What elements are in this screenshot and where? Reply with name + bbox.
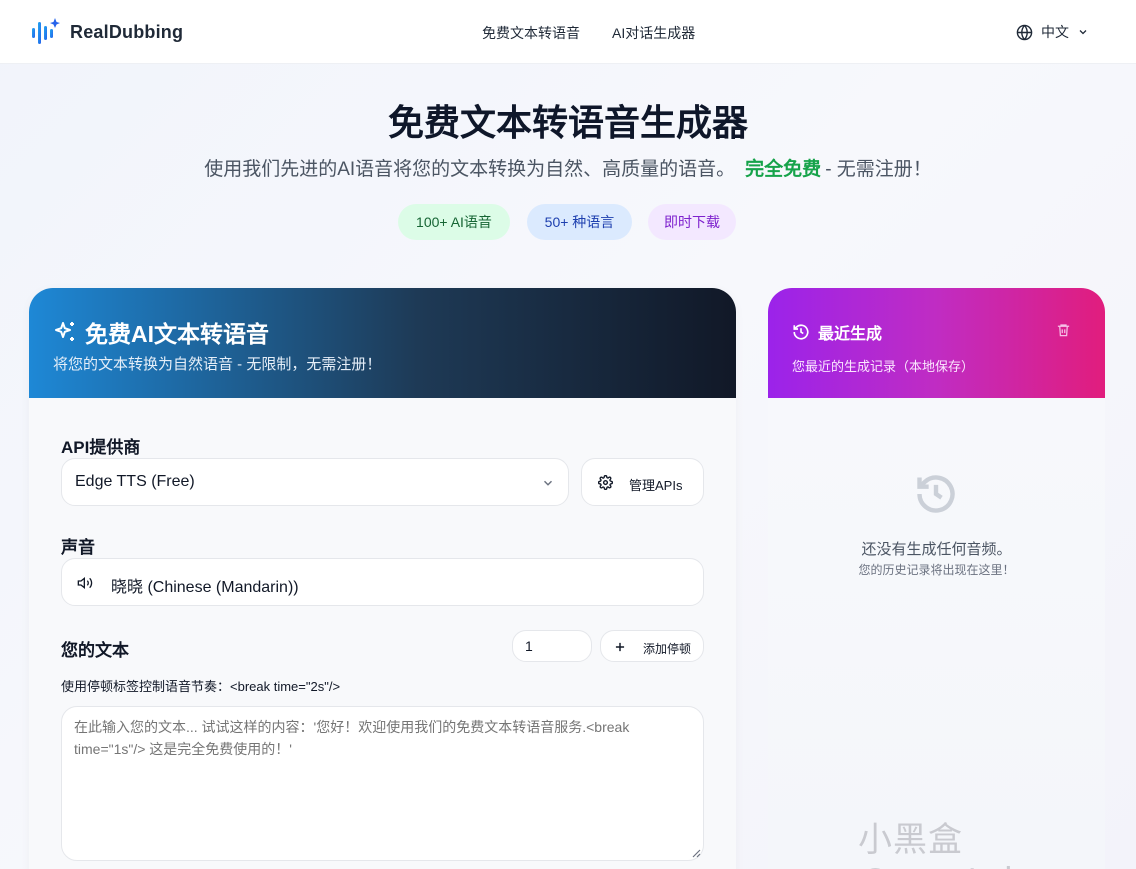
- add-break-button[interactable]: 添加停顿: [600, 630, 704, 662]
- tts-panel-subtitle: 将您的文本转换为自然语音 - 无限制，无需注册！: [53, 356, 382, 373]
- text-input[interactable]: [61, 706, 704, 861]
- break-tag-hint: 使用停顿标签控制语音节奏：<break time="2s"/>: [61, 679, 341, 694]
- free-highlight: 完全免费: [745, 159, 822, 180]
- add-break-label: 添加停顿: [643, 642, 692, 656]
- plus-icon: [615, 642, 625, 652]
- sparkles-icon: [55, 322, 74, 341]
- speaker-icon: [77, 576, 93, 590]
- badge-ai-voices: 100+ AI语音: [398, 204, 510, 240]
- watermark: 小黑盒 @crystalz: [858, 820, 1032, 869]
- tts-panel-header: 免费AI文本转语音 将您的文本转换为自然语音 - 无限制，无需注册！: [29, 288, 736, 398]
- waveform-logo-icon: [32, 18, 60, 44]
- manage-apis-button[interactable]: 管理APIs: [581, 458, 704, 506]
- tts-panel-title-text: 免费AI文本转语音: [85, 321, 269, 347]
- tts-panel: 免费AI文本转语音 将您的文本转换为自然语音 - 无限制，无需注册！ API提供…: [29, 288, 736, 869]
- gear-icon: [598, 475, 613, 490]
- recent-panel-title-text: 最近生成: [818, 326, 883, 343]
- hero-subtitle: 使用我们先进的AI语音将您的文本转换为自然、高质量的语音。 完全免费 - 无需注册！: [0, 154, 1136, 181]
- top-navbar: RealDubbing 免费文本转语音 AI对话生成器 中文: [0, 0, 1136, 64]
- provider-select[interactable]: Edge TTS (Free): [61, 458, 569, 506]
- recent-panel-title: 最近生成: [792, 320, 882, 344]
- text-label: 您的文本: [61, 641, 129, 660]
- badge-languages: 50+ 种语言: [527, 204, 632, 240]
- history-empty-icon: [917, 475, 955, 513]
- chevron-down-icon: [1079, 30, 1087, 35]
- empty-state-subtitle: 您的历史记录将出现在这里！: [858, 563, 1015, 577]
- brand-logo[interactable]: RealDubbing: [30, 16, 183, 48]
- voice-label: 声音: [61, 538, 95, 557]
- empty-state-title: 还没有生成任何音频。: [861, 541, 1012, 558]
- resize-handle-icon[interactable]: [689, 846, 701, 858]
- badge-instant-download: 即时下载: [648, 204, 736, 240]
- voice-value: 晓晓 (Chinese (Mandarin)): [111, 579, 299, 596]
- history-icon: [793, 324, 809, 340]
- page-title: 免费文本转语音生成器: [387, 102, 748, 143]
- language-selector[interactable]: 中文: [1016, 22, 1089, 42]
- provider-label: API提供商: [61, 438, 141, 457]
- hero-subtitle-text: 使用我们先进的AI语音将您的文本转换为自然、高质量的语音。: [204, 159, 736, 180]
- recent-panel-header: 最近生成 您最近的生成记录（本地保存）: [768, 288, 1105, 398]
- nav-dialogue-generator[interactable]: AI对话生成器: [612, 23, 695, 43]
- globe-icon: [1016, 24, 1033, 40]
- manage-apis-label: 管理APIs: [629, 478, 683, 493]
- nav-free-tts[interactable]: 免费文本转语音: [482, 23, 580, 43]
- break-duration-input[interactable]: [512, 630, 592, 662]
- recent-panel-subtitle: 您最近的生成记录（本地保存）: [792, 359, 975, 374]
- voice-select[interactable]: 晓晓 (Chinese (Mandarin)): [61, 558, 704, 606]
- chevron-down-icon: [543, 480, 553, 486]
- language-label: 中文: [1041, 24, 1069, 40]
- trash-icon[interactable]: [1056, 322, 1071, 338]
- tts-panel-title: 免费AI文本转语音: [53, 315, 269, 349]
- recent-generations-panel: 最近生成 您最近的生成记录（本地保存） 还没有生成任何音频。 您的历史记录将出现…: [768, 288, 1105, 869]
- no-signup-text: - 无需注册！: [825, 159, 932, 180]
- brand-name: RealDubbing: [70, 21, 184, 42]
- provider-value: Edge TTS (Free): [75, 473, 195, 490]
